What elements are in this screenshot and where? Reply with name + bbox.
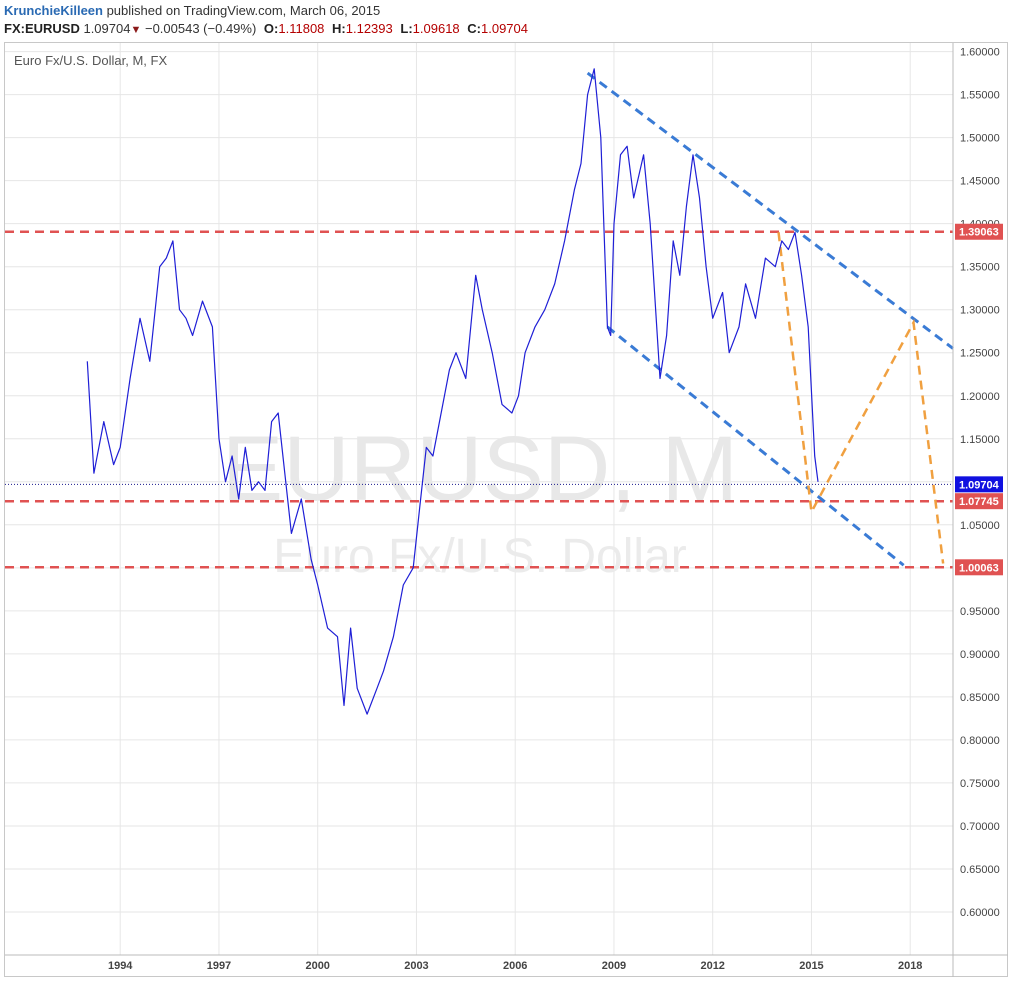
y-axis: 1.600001.550001.500001.450001.400001.350… — [952, 43, 1000, 977]
level-tag: 1.39063 — [959, 227, 999, 239]
x-tick-label: 2006 — [503, 960, 527, 972]
x-tick-label: 2018 — [898, 960, 922, 972]
y-tick-label: 0.70000 — [960, 821, 1000, 833]
y-tick-label: 0.65000 — [960, 864, 1000, 876]
y-tick-label: 0.85000 — [960, 692, 1000, 704]
x-axis: 1994 1997 2000 2003 2006 2009 2012 2015 2018 — [5, 954, 1008, 972]
level-tag: 1.00063 — [959, 562, 999, 574]
y-tick-label: 1.30000 — [960, 305, 1000, 317]
level-tag: 1.07745 — [959, 496, 999, 508]
x-tick-label: 1994 — [108, 960, 133, 972]
y-tick-label: 1.15000 — [960, 434, 1000, 446]
y-tick-label: 0.80000 — [960, 735, 1000, 747]
x-tick-label: 2000 — [305, 960, 329, 972]
series-title: Euro Fx/U.S. Dollar, M, FX — [14, 53, 168, 68]
y-tick-label: 1.05000 — [960, 520, 1000, 532]
y-tick-label: 1.50000 — [960, 133, 1000, 145]
x-tick-label: 2003 — [404, 960, 428, 972]
y-tick-label: 1.60000 — [960, 47, 1000, 59]
y-tick-label: 1.45000 — [960, 176, 1000, 188]
y-tick-label: 1.25000 — [960, 348, 1000, 360]
x-tick-label: 2009 — [602, 960, 626, 972]
y-tick-label: 0.95000 — [960, 606, 1000, 618]
x-tick-label: 1997 — [207, 960, 231, 972]
watermark-name: Euro Fx/U.S. Dollar — [273, 530, 686, 583]
y-tick-label: 0.90000 — [960, 649, 1000, 661]
y-tick-label: 1.20000 — [960, 391, 1000, 403]
y-tick-label: 0.75000 — [960, 778, 1000, 790]
price-chart[interactable]: EURUSD, M Euro Fx/U.S. Dollar 1.600001.5… — [0, 0, 1013, 982]
x-tick-label: 2015 — [799, 960, 823, 972]
y-tick-label: 1.35000 — [960, 262, 1000, 274]
x-tick-label: 2012 — [700, 960, 724, 972]
y-tick-label: 1.55000 — [960, 90, 1000, 102]
last-price-tag: 1.09704 — [959, 479, 1000, 491]
y-tick-label: 0.60000 — [960, 907, 1000, 919]
projection-path — [777, 232, 945, 564]
trendline — [586, 71, 954, 350]
